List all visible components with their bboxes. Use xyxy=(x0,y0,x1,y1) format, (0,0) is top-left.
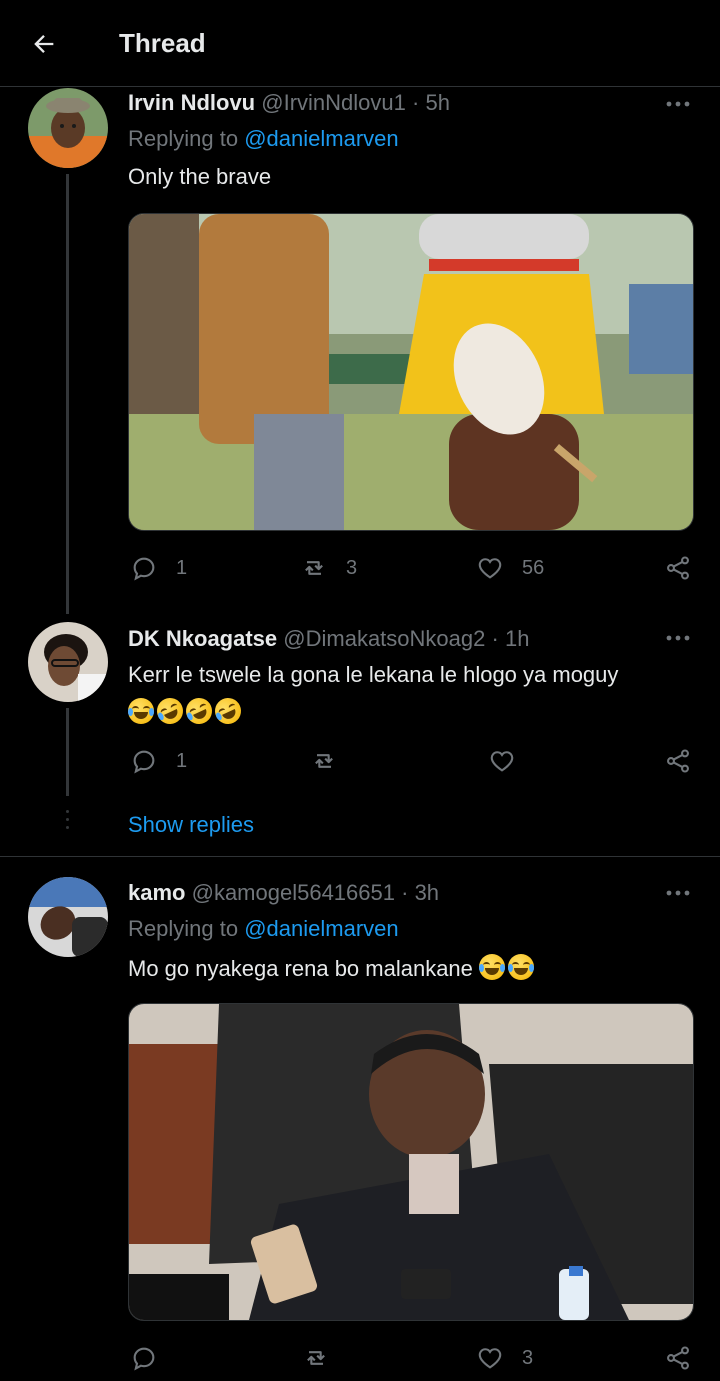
mention-link[interactable]: @danielmarven xyxy=(244,916,398,941)
display-name[interactable]: DK Nkoagatse xyxy=(128,626,277,651)
user-handle[interactable]: @DimakatsoNkoag2 xyxy=(283,626,485,651)
avatar[interactable] xyxy=(28,877,108,957)
tweet-text: Only the brave xyxy=(128,164,272,189)
replying-to: Replying to @danielmarven xyxy=(128,126,399,152)
user-handle[interactable]: @IrvinNdlovu1 xyxy=(261,90,406,115)
tweet-actions: 1 xyxy=(128,746,694,776)
retweet-button[interactable] xyxy=(302,1343,330,1373)
laughing-tears-emoji xyxy=(508,954,535,980)
retweet-icon xyxy=(305,561,323,575)
like-button[interactable]: 3 xyxy=(476,1343,533,1373)
share-icon xyxy=(667,749,689,773)
retweet-icon xyxy=(307,1351,325,1365)
timestamp[interactable]: 3h xyxy=(415,880,439,905)
tweet-header: DK Nkoagatse @DimakatsoNkoag2 · 1h xyxy=(128,626,529,652)
thread-connector xyxy=(66,174,69,614)
tweet-image[interactable] xyxy=(128,213,694,531)
display-name[interactable]: Irvin Ndlovu xyxy=(128,90,255,115)
retweet-count: 3 xyxy=(346,556,358,579)
timestamp[interactable]: 5h xyxy=(425,90,449,115)
like-button[interactable]: 56 xyxy=(476,553,544,583)
tweet-actions: 1 3 56 xyxy=(128,553,694,583)
share-button[interactable] xyxy=(664,746,692,776)
display-name[interactable]: kamo xyxy=(128,880,185,905)
heart-icon xyxy=(478,558,502,579)
tweet-actions: 3 xyxy=(128,1343,694,1373)
laughing-tears-emoji xyxy=(479,954,506,980)
share-button[interactable] xyxy=(664,553,692,583)
arrow-left-icon xyxy=(34,35,54,53)
replying-prefix: Replying to xyxy=(128,126,239,151)
retweet-icon xyxy=(315,754,333,768)
share-icon xyxy=(667,556,689,580)
share-icon xyxy=(667,1346,689,1370)
avatar[interactable] xyxy=(28,622,108,702)
thread-page: Thread Irvin Ndlovu @IrvinNdlovu1 · 5h R… xyxy=(0,0,720,1381)
laughing-tears-emoji xyxy=(128,698,154,724)
show-replies-link[interactable]: Show replies xyxy=(128,812,254,838)
replying-to: Replying to @danielmarven xyxy=(128,916,399,942)
more-options-icon[interactable] xyxy=(664,883,692,903)
retweet-button[interactable]: 3 xyxy=(300,553,357,583)
thread-divider xyxy=(0,856,720,857)
heart-icon xyxy=(478,1348,502,1369)
tweet[interactable]: Irvin Ndlovu @IrvinNdlovu1 · 5h Replying… xyxy=(0,86,720,614)
reply-button[interactable] xyxy=(130,1343,158,1373)
share-button[interactable] xyxy=(664,1343,692,1373)
reply-icon xyxy=(133,750,155,774)
page-title: Thread xyxy=(119,28,206,58)
rofl-emoji xyxy=(210,693,246,729)
back-button[interactable] xyxy=(26,26,62,62)
more-options-icon[interactable] xyxy=(664,628,692,648)
like-button[interactable] xyxy=(488,746,516,776)
reply-button[interactable]: 1 xyxy=(130,746,187,776)
rofl-emoji xyxy=(152,693,188,729)
replying-prefix: Replying to xyxy=(128,916,239,941)
more-options-icon[interactable] xyxy=(664,94,692,114)
tweet[interactable]: DK Nkoagatse @DimakatsoNkoag2 · 1h Kerr … xyxy=(0,620,720,850)
meta-separator: · xyxy=(412,90,420,115)
meta-separator: · xyxy=(401,880,409,905)
reply-icon xyxy=(133,557,155,581)
mention-link[interactable]: @danielmarven xyxy=(244,126,398,151)
thread-dots xyxy=(66,810,69,834)
like-count: 56 xyxy=(522,556,545,579)
top-bar: Thread xyxy=(0,0,720,87)
meta-separator: · xyxy=(491,626,499,651)
user-handle[interactable]: @kamogel56416651 xyxy=(192,880,395,905)
reply-button[interactable]: 1 xyxy=(130,553,187,583)
tweet-text: Kerr le tswele la gona le lekana le hlog… xyxy=(128,662,619,687)
reply-count: 1 xyxy=(176,749,188,772)
tweet-text-row: Mo go nyakega rena bo malankane xyxy=(128,954,537,982)
tweet-header: kamo @kamogel56416651 · 3h xyxy=(128,880,439,906)
heart-icon xyxy=(490,751,514,772)
emoji-row xyxy=(128,693,246,729)
reply-icon xyxy=(133,1347,155,1371)
reply-count: 1 xyxy=(176,556,188,579)
rofl-emoji xyxy=(181,693,217,729)
avatar[interactable] xyxy=(28,88,108,168)
tweet-text: Mo go nyakega rena bo malankane xyxy=(128,956,473,981)
retweet-button[interactable] xyxy=(310,746,338,776)
tweet[interactable]: kamo @kamogel56416651 · 3h Replying to @… xyxy=(0,876,720,1381)
tweet-image[interactable] xyxy=(128,1003,694,1321)
thread-connector xyxy=(66,708,69,796)
timestamp[interactable]: 1h xyxy=(505,626,529,651)
tweet-header: Irvin Ndlovu @IrvinNdlovu1 · 5h xyxy=(128,90,450,116)
like-count: 3 xyxy=(522,1346,534,1369)
